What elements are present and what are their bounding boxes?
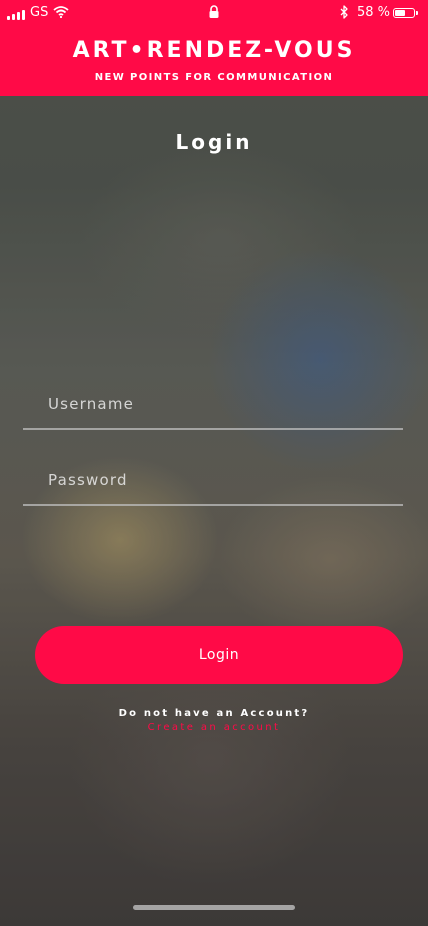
page-title: Login: [175, 130, 253, 154]
username-input[interactable]: [23, 380, 403, 428]
username-field-container: [23, 380, 403, 430]
login-screen: GS 58 % ART•RENDEZ-VOUS NEW POINTS FOR C…: [0, 0, 428, 926]
signup-prompt: Do not have an Account?: [118, 708, 310, 719]
bluetooth-icon: [339, 5, 349, 23]
wifi-icon: [53, 6, 69, 22]
login-button[interactable]: Login: [35, 626, 403, 684]
home-indicator[interactable]: [133, 905, 295, 910]
battery-cap: [416, 11, 418, 15]
battery-percentage: 58 %: [357, 5, 391, 20]
battery-level-fill: [395, 10, 405, 16]
app-subtitle: NEW POINTS FOR COMMUNICATION: [94, 72, 334, 83]
app-header: GS 58 % ART•RENDEZ-VOUS NEW POINTS FOR C…: [0, 0, 428, 96]
carrier-name: GS: [30, 5, 49, 20]
status-bar: GS 58 %: [0, 0, 428, 26]
app-title: ART•RENDEZ-VOUS: [72, 38, 356, 63]
password-field-container: [23, 456, 403, 506]
create-account-link[interactable]: Create an account: [0, 722, 428, 733]
signal-strength-icon: [7, 9, 27, 20]
battery-icon: [393, 8, 415, 18]
lock-icon: [208, 5, 220, 23]
password-input[interactable]: [23, 456, 403, 504]
